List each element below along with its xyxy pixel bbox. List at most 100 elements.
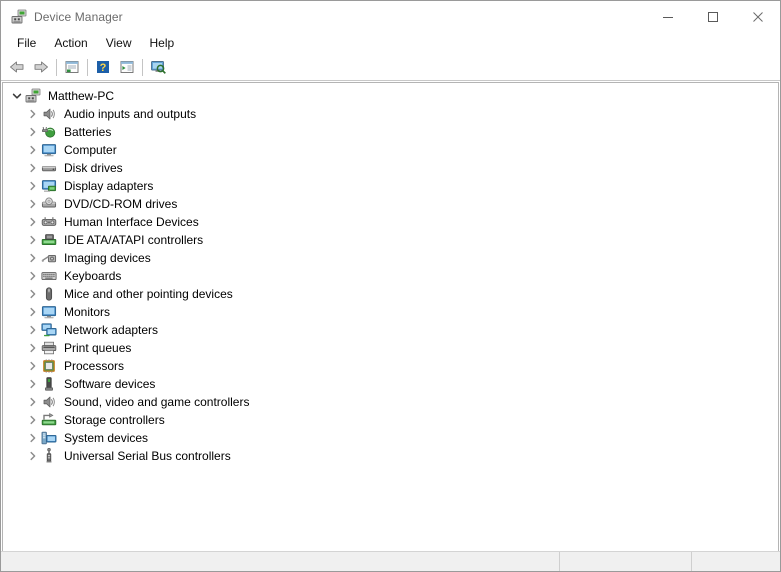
computer-root-icon xyxy=(25,88,41,104)
tree-node[interactable]: Print queues xyxy=(3,339,778,357)
help-icon[interactable]: ? xyxy=(91,56,115,78)
properties-icon[interactable] xyxy=(60,56,84,78)
minimize-button[interactable] xyxy=(645,1,690,32)
maximize-button[interactable] xyxy=(690,1,735,32)
tree-node-label: Software devices xyxy=(64,377,156,391)
tree-node[interactable]: Universal Serial Bus controllers xyxy=(3,447,778,465)
tree-node-label: Human Interface Devices xyxy=(64,215,199,229)
tree-node[interactable]: Storage controllers xyxy=(3,411,778,429)
status-message xyxy=(1,552,560,571)
chevron-right-icon[interactable] xyxy=(25,429,41,447)
status-tertiary xyxy=(692,552,780,571)
window-controls xyxy=(645,1,780,32)
chevron-right-icon[interactable] xyxy=(25,393,41,411)
toolbar-separator xyxy=(142,58,143,76)
monitor-icon xyxy=(41,304,57,320)
printer-icon xyxy=(41,340,57,356)
tree-node[interactable]: Mice and other pointing devices xyxy=(3,285,778,303)
forward-icon[interactable] xyxy=(29,56,53,78)
menu-help[interactable]: Help xyxy=(141,34,184,52)
chevron-right-icon[interactable] xyxy=(25,285,41,303)
chevron-right-icon[interactable] xyxy=(25,447,41,465)
optical-drive-icon xyxy=(41,196,57,212)
menu-file[interactable]: File xyxy=(8,34,45,52)
tree-node-label: Universal Serial Bus controllers xyxy=(64,449,231,463)
tree-node[interactable]: Imaging devices xyxy=(3,249,778,267)
back-icon[interactable] xyxy=(5,56,29,78)
tree-node[interactable]: IDE ATA/ATAPI controllers xyxy=(3,231,778,249)
device-tree[interactable]: Matthew-PC Audio inputs and outputs Batter… xyxy=(2,82,779,551)
chevron-right-icon[interactable] xyxy=(25,321,41,339)
tree-node[interactable]: Processors xyxy=(3,357,778,375)
chevron-right-icon[interactable] xyxy=(25,249,41,267)
device-manager-window: Device Manager File Action View Help ? M… xyxy=(0,0,781,572)
chevron-right-icon[interactable] xyxy=(25,177,41,195)
chevron-right-icon[interactable] xyxy=(25,267,41,285)
tree-node-label: Monitors xyxy=(64,305,111,319)
chevron-right-icon[interactable] xyxy=(25,411,41,429)
menu-view[interactable]: View xyxy=(97,34,141,52)
processor-icon xyxy=(41,358,57,374)
tree-node-label: Network adapters xyxy=(64,323,159,337)
device-manager-icon xyxy=(11,9,27,25)
tree-node-label: Display adapters xyxy=(64,179,154,193)
tree-node[interactable]: Network adapters xyxy=(3,321,778,339)
tree-node[interactable]: DVD/CD-ROM drives xyxy=(3,195,778,213)
chevron-right-icon[interactable] xyxy=(25,213,41,231)
keyboard-icon xyxy=(41,268,57,284)
display-adapter-icon xyxy=(41,178,57,194)
tree-node[interactable]: System devices xyxy=(3,429,778,447)
hid-icon xyxy=(41,214,57,230)
status-secondary xyxy=(560,552,692,571)
chevron-down-icon[interactable] xyxy=(9,87,25,105)
menu-bar: File Action View Help xyxy=(1,32,780,54)
tree-root-label: Matthew-PC xyxy=(48,89,115,103)
tree-node-label: Mice and other pointing devices xyxy=(64,287,233,301)
chevron-right-icon[interactable] xyxy=(25,375,41,393)
speaker-icon xyxy=(41,106,57,122)
scan-for-hardware-changes-icon[interactable] xyxy=(146,56,170,78)
chevron-right-icon[interactable] xyxy=(25,195,41,213)
tree-node[interactable]: Batteries xyxy=(3,123,778,141)
chevron-right-icon[interactable] xyxy=(25,357,41,375)
storage-controller-icon xyxy=(41,412,57,428)
chevron-right-icon[interactable] xyxy=(25,159,41,177)
tree-node-label: Print queues xyxy=(64,341,132,355)
tree-node-label: Sound, video and game controllers xyxy=(64,395,250,409)
tree-node-label: Keyboards xyxy=(64,269,122,283)
tree-node[interactable]: Computer xyxy=(3,141,778,159)
tree-node[interactable]: Audio inputs and outputs xyxy=(3,105,778,123)
title-bar: Device Manager xyxy=(1,1,780,32)
system-device-icon xyxy=(41,430,57,446)
monitor-icon xyxy=(41,142,57,158)
chevron-right-icon[interactable] xyxy=(25,339,41,357)
menu-action[interactable]: Action xyxy=(45,34,96,52)
mouse-icon xyxy=(41,286,57,302)
chevron-right-icon[interactable] xyxy=(25,303,41,321)
close-button[interactable] xyxy=(735,1,780,32)
toolbar-separator xyxy=(56,58,57,76)
tree-node[interactable]: Display adapters xyxy=(3,177,778,195)
tree-node-label: Batteries xyxy=(64,125,112,139)
show-hidden-devices-icon[interactable] xyxy=(115,56,139,78)
tree-node[interactable]: Monitors xyxy=(3,303,778,321)
window-title: Device Manager xyxy=(34,9,123,24)
tree-node-label: Storage controllers xyxy=(64,413,165,427)
tree-node[interactable]: Sound, video and game controllers xyxy=(3,393,778,411)
battery-icon xyxy=(41,124,57,140)
chevron-right-icon[interactable] xyxy=(25,123,41,141)
tree-node-label: IDE ATA/ATAPI controllers xyxy=(64,233,204,247)
content-area: Matthew-PC Audio inputs and outputs Batter… xyxy=(1,81,780,551)
tree-root-node[interactable]: Matthew-PC xyxy=(3,87,778,105)
tree-node[interactable]: Disk drives xyxy=(3,159,778,177)
tree-node[interactable]: Software devices xyxy=(3,375,778,393)
chevron-right-icon[interactable] xyxy=(25,231,41,249)
chevron-right-icon[interactable] xyxy=(25,105,41,123)
tree-node[interactable]: Keyboards xyxy=(3,267,778,285)
chevron-right-icon[interactable] xyxy=(25,141,41,159)
speaker-icon xyxy=(41,394,57,410)
disk-drive-icon xyxy=(41,160,57,176)
tree-node[interactable]: Human Interface Devices xyxy=(3,213,778,231)
svg-text:?: ? xyxy=(100,62,107,74)
ide-controller-icon xyxy=(41,232,57,248)
